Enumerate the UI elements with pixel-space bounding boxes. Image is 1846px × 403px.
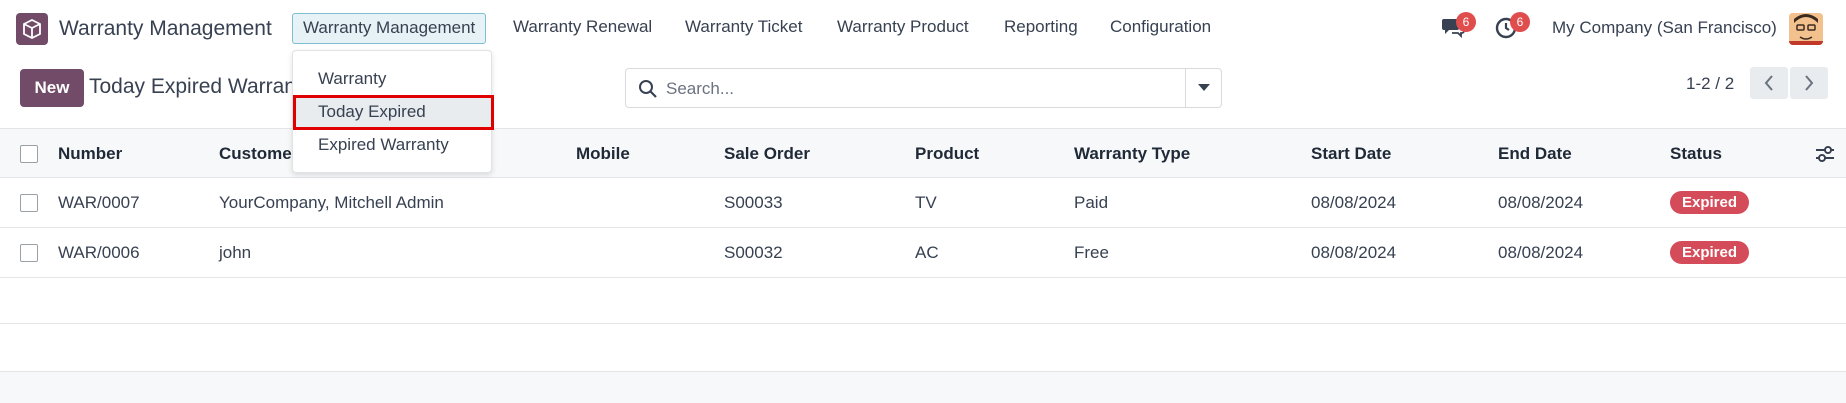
cell-number: WAR/0006	[58, 243, 140, 262]
row-checkbox[interactable]	[20, 194, 38, 212]
cell-end-date: 08/08/2024	[1498, 193, 1584, 212]
cell-start-date: 08/08/2024	[1311, 193, 1397, 212]
search-input[interactable]	[666, 76, 1166, 102]
pager-previous-button[interactable]	[1750, 67, 1788, 99]
cell-product: AC	[915, 243, 939, 262]
column-header-customer[interactable]: Customer	[219, 129, 298, 179]
company-switcher[interactable]: My Company (San Francisco)	[1552, 18, 1777, 38]
cell-product: TV	[915, 193, 937, 212]
search-icon	[638, 79, 658, 99]
dropdown-item-warranty[interactable]: Warranty	[293, 62, 491, 95]
dropdown-item-today-expired[interactable]: Today Expired	[293, 95, 491, 128]
page-title: Today Expired Warranty	[89, 75, 313, 98]
menu-configuration[interactable]: Configuration	[1100, 13, 1221, 44]
status-badge: Expired	[1670, 191, 1750, 214]
new-button[interactable]: New	[20, 69, 84, 107]
column-header-end-date[interactable]: End Date	[1498, 129, 1572, 179]
status-badge: Expired	[1670, 241, 1750, 264]
table-footer-area	[0, 372, 1846, 403]
cell-sale-order: S00032	[724, 243, 783, 262]
app-name[interactable]: Warranty Management	[59, 17, 272, 41]
column-header-mobile[interactable]: Mobile	[576, 129, 630, 179]
menu-warranty-management[interactable]: Warranty Management	[292, 13, 487, 44]
table-row[interactable]: WAR/0006 john S00032 AC Free 08/08/2024 …	[0, 228, 1846, 278]
top-navbar: Warranty Management Warranty Management …	[0, 0, 1846, 57]
empty-table-row	[0, 324, 1846, 372]
table-row[interactable]: WAR/0007 YourCompany, Mitchell Admin S00…	[0, 178, 1846, 228]
select-all-checkbox[interactable]	[20, 145, 38, 163]
cell-end-date: 08/08/2024	[1498, 243, 1584, 262]
search-bar[interactable]	[625, 68, 1222, 108]
column-header-number[interactable]: Number	[58, 129, 122, 179]
messages-count-badge: 6	[1456, 12, 1476, 32]
pager-value[interactable]: 1-2 / 2	[1686, 74, 1734, 94]
user-avatar[interactable]	[1789, 13, 1823, 45]
activities-count-badge: 6	[1510, 12, 1530, 32]
cell-customer: john	[219, 243, 252, 262]
chevron-right-icon	[1805, 75, 1814, 91]
search-options-toggle[interactable]	[1185, 69, 1221, 107]
column-header-product[interactable]: Product	[915, 129, 979, 179]
empty-table-row	[0, 278, 1846, 324]
table-header: Number Customer Mobile Sale Order Produc…	[0, 128, 1846, 178]
menu-warranty-renewal[interactable]: Warranty Renewal	[503, 13, 662, 44]
pager-next-button[interactable]	[1790, 67, 1828, 99]
cell-warranty-type: Paid	[1074, 193, 1109, 212]
menu-warranty-ticket[interactable]: Warranty Ticket	[675, 13, 812, 44]
dropdown-item-expired-warranty[interactable]: Expired Warranty	[293, 128, 491, 161]
row-checkbox[interactable]	[20, 244, 38, 262]
cell-warranty-type: Free	[1074, 243, 1109, 262]
column-header-warranty-type[interactable]: Warranty Type	[1074, 129, 1190, 179]
warranty-management-dropdown: Warranty Today Expired Expired Warranty	[292, 50, 492, 173]
cell-customer: YourCompany, Mitchell Admin	[219, 193, 444, 212]
menu-warranty-product[interactable]: Warranty Product	[827, 13, 979, 44]
column-header-status[interactable]: Status	[1670, 129, 1722, 179]
column-header-sale-order[interactable]: Sale Order	[724, 129, 810, 179]
cell-sale-order: S00033	[724, 193, 783, 212]
column-header-start-date[interactable]: Start Date	[1311, 129, 1391, 179]
cell-number: WAR/0007	[58, 193, 140, 212]
app-logo-icon[interactable]	[16, 13, 48, 45]
cell-start-date: 08/08/2024	[1311, 243, 1397, 262]
chevron-left-icon	[1764, 75, 1773, 91]
optional-columns-icon[interactable]	[1814, 143, 1836, 165]
menu-reporting[interactable]: Reporting	[994, 13, 1088, 44]
caret-down-icon	[1197, 84, 1210, 91]
